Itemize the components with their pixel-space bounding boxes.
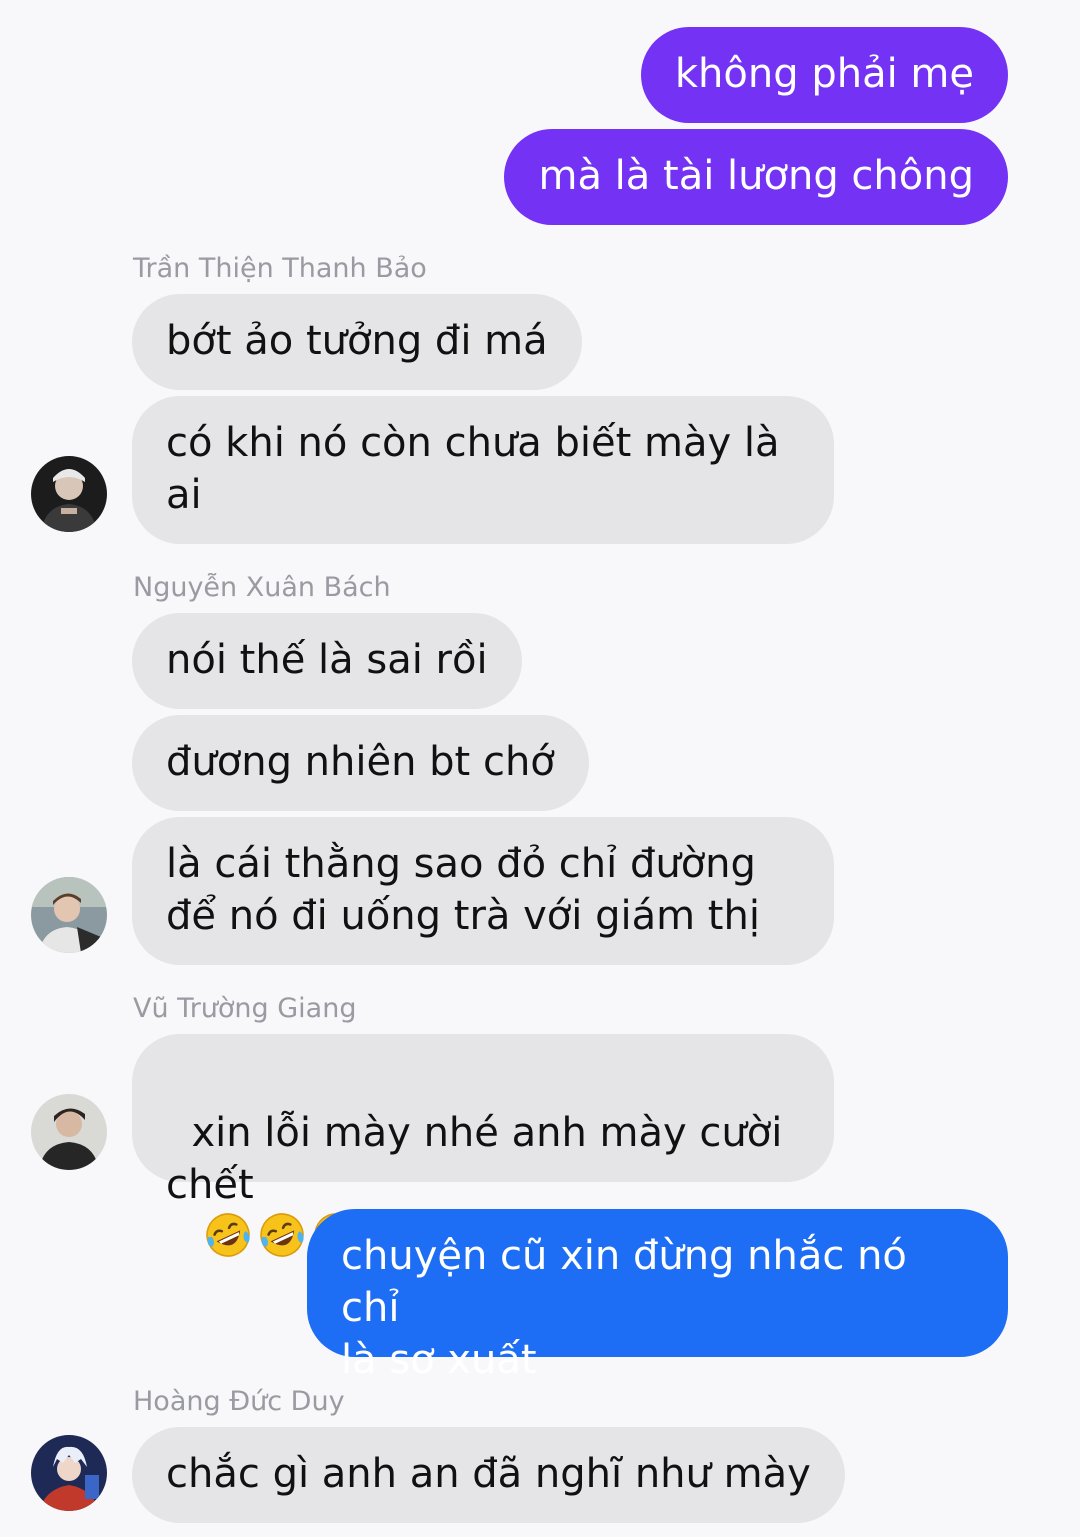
avatar[interactable] <box>31 456 107 532</box>
incoming-message[interactable]: có khi nó còn chưa biết mày là ai <box>132 396 834 544</box>
sender-name: Vũ Trường Giang <box>133 993 357 1024</box>
incoming-message[interactable]: là cái thằng sao đỏ chỉ đường để nó đi u… <box>132 817 834 965</box>
message-text: xin lỗi mày nhé anh mày cười chết <box>166 1110 783 1208</box>
incoming-message[interactable]: chắc gì anh an đã nghĩ như mày <box>132 1427 845 1523</box>
sender-name: Hoàng Đức Duy <box>133 1386 345 1417</box>
outgoing-message[interactable]: chuyện cũ xin đừng nhắc nó chỉ là sơ xuấ… <box>307 1209 1008 1383</box>
avatar[interactable] <box>31 1435 107 1511</box>
rolling-on-floor-laughing-emoji <box>206 1213 250 1257</box>
avatar[interactable] <box>31 877 107 953</box>
incoming-message[interactable]: đương nhiên bt chớ <box>132 715 589 811</box>
sender-name: Trần Thiện Thanh Bảo <box>133 253 427 284</box>
outgoing-message[interactable]: mà là tài lương chông <box>504 129 1008 225</box>
sender-name: Nguyễn Xuân Bách <box>133 572 391 603</box>
rolling-on-floor-laughing-emoji <box>260 1213 304 1257</box>
outgoing-message[interactable]: không phải mẹ <box>640 27 1008 123</box>
avatar[interactable] <box>31 1094 107 1170</box>
incoming-message[interactable]: nói thế là sai rồi <box>132 613 522 709</box>
incoming-message[interactable]: bớt ảo tưởng đi má <box>132 294 582 390</box>
incoming-message[interactable]: xin lỗi mày nhé anh mày cười chết <box>132 1034 834 1257</box>
